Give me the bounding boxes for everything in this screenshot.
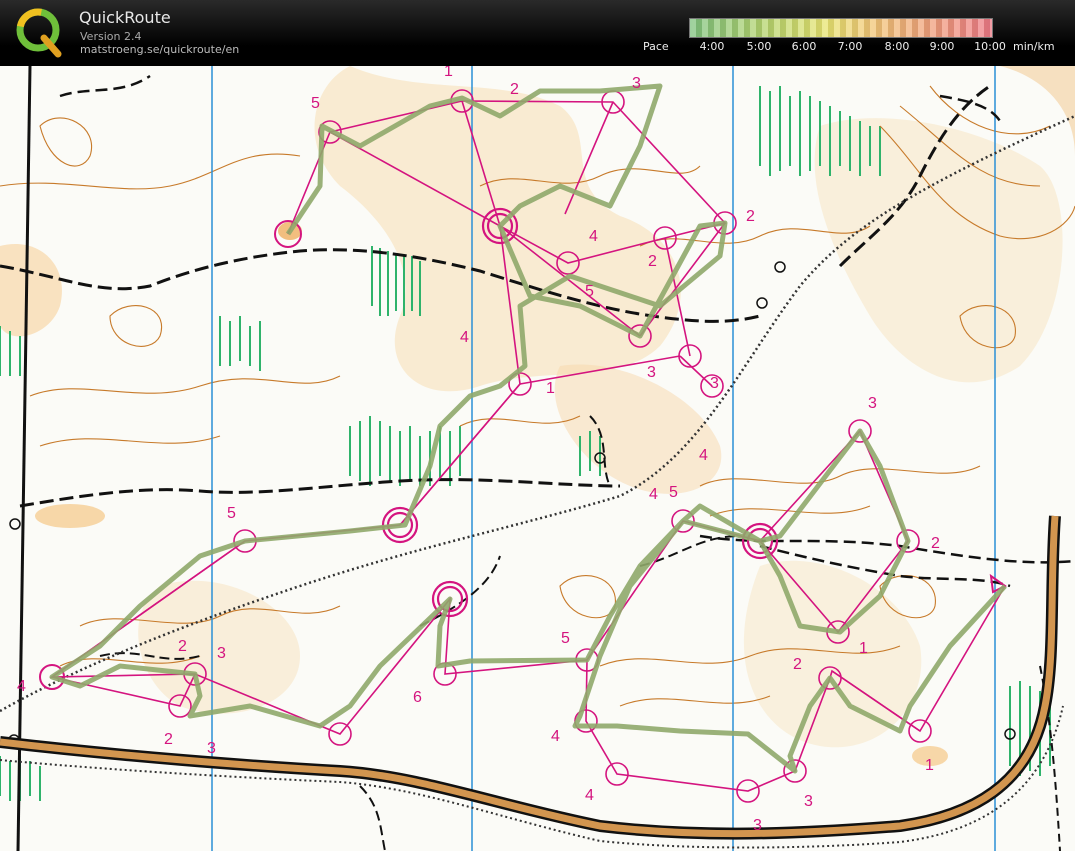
control-label: 2 [178,638,187,655]
control-label: 1 [925,757,934,774]
pace-legend: Pace 4:00 5:00 6:00 7:00 8:00 9:00 10:00… [640,16,1070,60]
control-label: 2 [648,253,657,270]
control-label: 3 [753,817,762,834]
control-label: 4 [17,678,26,695]
pace-tick: 4:00 [699,40,725,53]
pace-tick: 8:00 [884,40,910,53]
control-label: 4 [649,486,658,503]
control-label: 1 [444,66,453,80]
app-title: QuickRoute [79,8,171,27]
app-version: Version 2.4 [80,30,142,43]
app-url[interactable]: matstroeng.se/quickroute/en [80,43,239,56]
control-label: 5 [227,505,236,522]
orienteering-map[interactable]: 1 2 3 5 2 4 2 5 4 1 3 3 3 4 4 5 2 5 1 2 … [0,66,1075,851]
control-label: 2 [510,81,519,98]
pace-label: Pace [643,40,669,53]
control-label: 2 [793,656,802,673]
map-canvas: 1 2 3 5 2 4 2 5 4 1 3 3 3 4 4 5 2 5 1 2 … [0,66,1075,851]
control-label: 3 [710,375,719,392]
app-header: QuickRoute Version 2.4 matstroeng.se/qui… [0,0,1075,66]
control-label: 5 [669,484,678,501]
control-label: 3 [804,793,813,810]
control-label: 4 [551,728,560,745]
pace-tick: 10:00 [974,40,1006,53]
control-label: 1 [546,380,555,397]
control-label: 3 [647,364,656,381]
pace-tick: 5:00 [746,40,772,53]
control-label: 4 [589,228,598,245]
control-label: 4 [585,787,594,804]
control-label: 2 [746,208,755,225]
control-label: 3 [217,645,226,662]
control-label: 1 [859,640,868,657]
pace-color-scale [689,18,993,38]
pace-unit: min/km [1013,40,1055,53]
control-label: 4 [699,447,708,464]
control-label: 3 [207,740,216,757]
control-label: 3 [868,395,877,412]
control-label: 3 [632,75,641,92]
control-label: 5 [561,630,570,647]
pace-tick: 6:00 [791,40,817,53]
quickroute-logo-icon [16,8,62,58]
pace-tick: 7:00 [837,40,863,53]
control-label: 6 [413,689,422,706]
control-label: 2 [164,731,173,748]
control-label: 2 [931,535,940,552]
pace-tick: 9:00 [929,40,955,53]
control-label: 5 [585,283,594,300]
control-label: 4 [460,329,469,346]
control-label: 5 [311,95,320,112]
